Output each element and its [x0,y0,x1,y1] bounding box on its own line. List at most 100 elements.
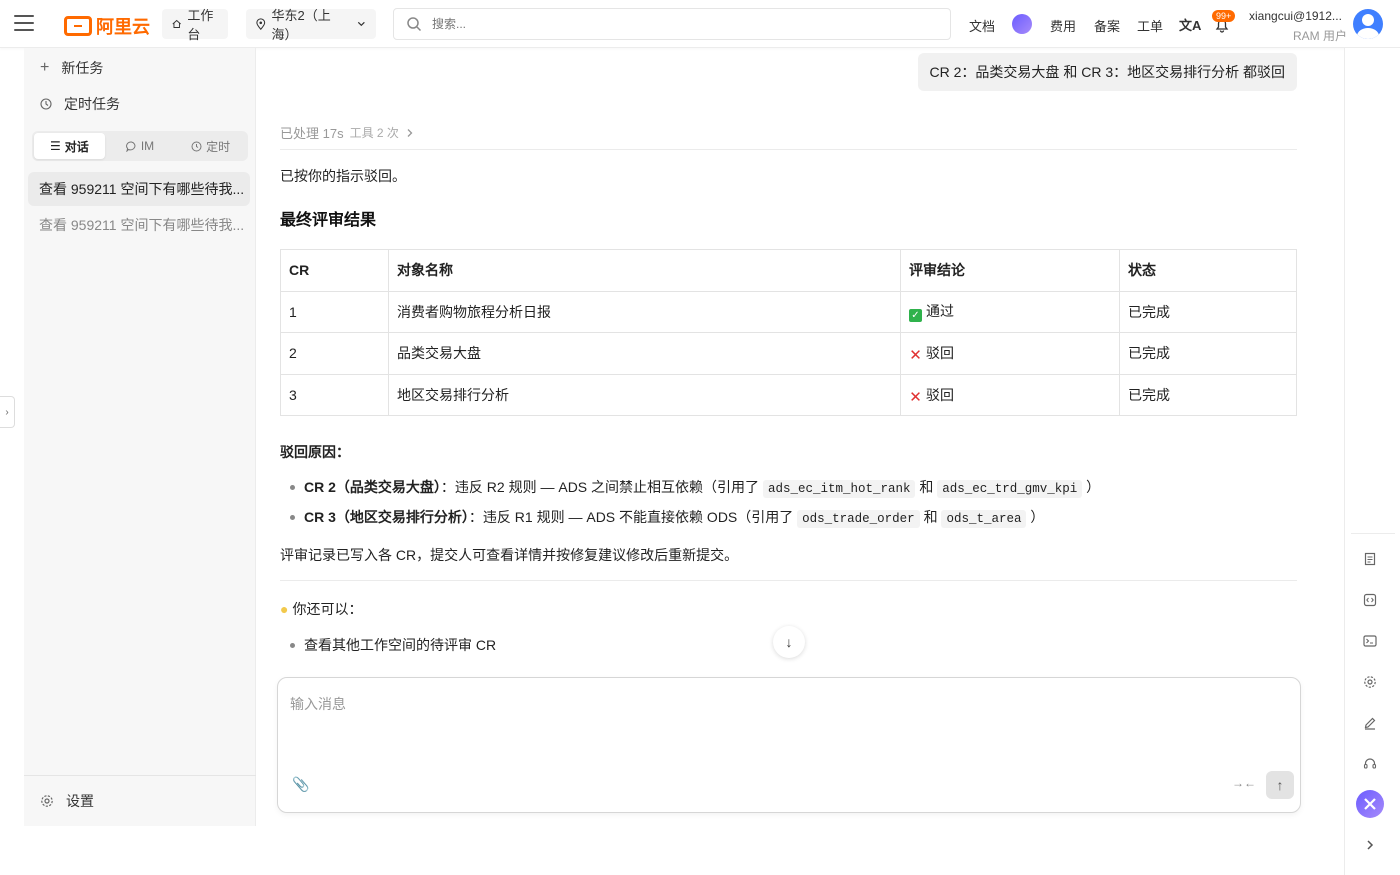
user-message: CR 2：品类交易大盘 和 CR 3：地区交易排行分析 都驳回 [917,53,1297,91]
document-icon[interactable] [1357,546,1383,572]
aliyun-logo[interactable]: 阿里云 [64,13,150,39]
workbench-button[interactable]: 工作台 [162,8,228,42]
processed-time: 已处理 17s [280,126,344,141]
chat-bubble-icon [125,141,136,152]
reason-subject: CR 3（地区交易排行分析） [304,509,469,525]
lightbulb-icon: ● [280,601,289,617]
ack-text: 已按你的指示驳回。 [280,168,406,184]
conversation-item[interactable]: 查看 959211 空间下有哪些待我... [28,172,250,206]
verdict-cell: ✕ 驳回 [900,332,1120,375]
result-heading: 最终评审结果 [280,212,377,229]
conjunction: 和 [919,479,934,495]
cr-cell: 2 [280,332,389,375]
tab-im-label: IM [140,139,155,153]
suggestions-title-text: 你还可以： [292,601,363,617]
nav-docs[interactable]: 文档 [969,16,995,35]
chevron-right-icon [407,128,413,137]
review-result-table: CR 对象名称 评审结论 状态 1 消费者购物旅程分析日报 ✓ 通过 已完成 2 … [280,249,1297,416]
table-ref: ads_ec_itm_hot_rank [762,480,916,498]
arrow-up-icon: ↑ [1276,777,1284,793]
table-row: 2 品类交易大盘 ✕ 驳回 已完成 [280,332,1297,375]
scroll-to-bottom-button[interactable]: ↓ [773,626,805,658]
tool-count: 工具 2 次 [349,126,399,140]
ai-assistant-icon[interactable] [1012,14,1032,34]
reject-reasons-list: CR 2（品类交易大盘）：违反 R2 规则 — ADS 之间禁止相互依赖（引用了… [290,476,1290,536]
message-input[interactable] [290,694,1270,754]
new-task-label: 新任务 [61,60,104,76]
gear-icon[interactable] [1357,669,1383,695]
tab-conversation-label: 对话 [64,139,89,154]
paperclip-icon[interactable]: 📎 [292,776,309,793]
reason-subject: CR 2（品类交易大盘） [304,479,441,495]
code-icon[interactable] [1357,587,1383,613]
verdict-text: 驳回 [926,386,954,403]
tab-scheduled[interactable]: 定时 [175,133,246,159]
nav-ticket[interactable]: 工单 [1137,16,1163,35]
arrow-down-icon: ↓ [785,634,793,650]
clock-icon [40,98,52,110]
tab-im[interactable]: IM [105,133,176,159]
sidebar-tabs: ☰ 对话 IM 定时 [32,131,248,161]
record-note: 评审记录已写入各 CR，提交人可查看详情并按修复建议修改后重新提交。 [280,547,739,563]
name-cell: 地区交易排行分析 [388,373,901,416]
column-header: 评审结论 [900,249,1120,292]
logo-mark-icon [64,16,92,36]
top-navigation-bar: 阿里云 工作台 华东2（上海） 文档 费用 备案 工单 文A 99+ xiang… [0,0,1400,48]
reject-reasons-title: 驳回原因： [280,444,350,460]
name-cell: 消费者购物旅程分析日报 [388,290,901,333]
edit-icon[interactable] [1357,710,1383,736]
processing-summary[interactable]: 已处理 17s 工具 2 次 [280,123,415,142]
column-header: CR [280,249,389,292]
conjunction: 和 [923,509,938,525]
name-cell: 品类交易大盘 [388,332,901,375]
tab-conversation[interactable]: ☰ 对话 [34,133,105,159]
reason-end: ） [1086,479,1101,495]
chat-main: CR 2：品类交易大盘 和 CR 3：地区交易排行分析 都驳回 已处理 17s … [257,48,1343,875]
home-icon [172,19,181,28]
cross-icon: ✕ [909,347,922,365]
scheduled-task-label: 定时任务 [64,96,120,112]
list-icon: ☰ [49,139,61,153]
table-row: 1 消费者购物旅程分析日报 ✓ 通过 已完成 [280,290,1297,333]
collapse-icon[interactable]: →← [1232,776,1256,790]
translate-icon[interactable]: 文A [1179,15,1201,34]
nav-icp[interactable]: 备案 [1094,16,1120,35]
suggestions-title: ● 你还可以： [280,599,362,619]
ai-assistant-icon[interactable] [1356,790,1384,818]
user-name[interactable]: xiangcui@1912... [1249,9,1342,23]
expand-sidebar-button[interactable]: › [0,396,15,428]
chevron-down-icon [358,21,366,27]
terminal-icon[interactable] [1357,628,1383,654]
tab-scheduled-label: 定时 [206,139,231,154]
region-label: 华东2（上海） [271,8,331,42]
scheduled-task-button[interactable]: 定时任务 [40,94,120,114]
divider [1351,533,1395,534]
menu-icon[interactable] [14,15,34,31]
status-cell: 已完成 [1119,332,1297,375]
new-task-button[interactable]: + 新任务 [40,58,103,78]
verdict-text: 驳回 [926,345,954,362]
reason-text: ：违反 R1 规则 — ADS 不能直接依赖 ODS（引用了 [468,509,794,525]
search-input[interactable] [432,17,938,31]
send-button[interactable]: ↑ [1266,771,1294,799]
nav-billing[interactable]: 费用 [1050,16,1076,35]
column-header: 状态 [1119,249,1297,292]
region-selector[interactable]: 华东2（上海） [246,8,376,42]
column-header: 对象名称 [388,249,901,292]
avatar[interactable] [1353,9,1383,39]
chevron-right-icon[interactable] [1357,832,1383,858]
table-header-row: CR 对象名称 评审结论 状态 [280,249,1297,292]
reason-end: ） [1030,509,1045,525]
sidebar: + 新任务 定时任务 ☰ 对话 IM 定时 查看 959211 空间下有哪些待我… [24,48,256,826]
verdict-cell: ✕ 驳回 [900,373,1120,416]
divider [280,149,1297,150]
verdict-text: 通过 [926,303,954,320]
conversation-item[interactable]: 查看 959211 空间下有哪些待我... [28,208,250,242]
table-ref: ads_ec_trd_gmv_kpi [937,480,1083,498]
settings-button[interactable]: 设置 [24,775,256,826]
search-box[interactable] [393,8,951,40]
status-cell: 已完成 [1119,373,1297,416]
headset-icon[interactable] [1357,751,1383,777]
plus-icon: + [40,59,50,76]
message-composer: 📎 →← ↑ [277,677,1301,813]
